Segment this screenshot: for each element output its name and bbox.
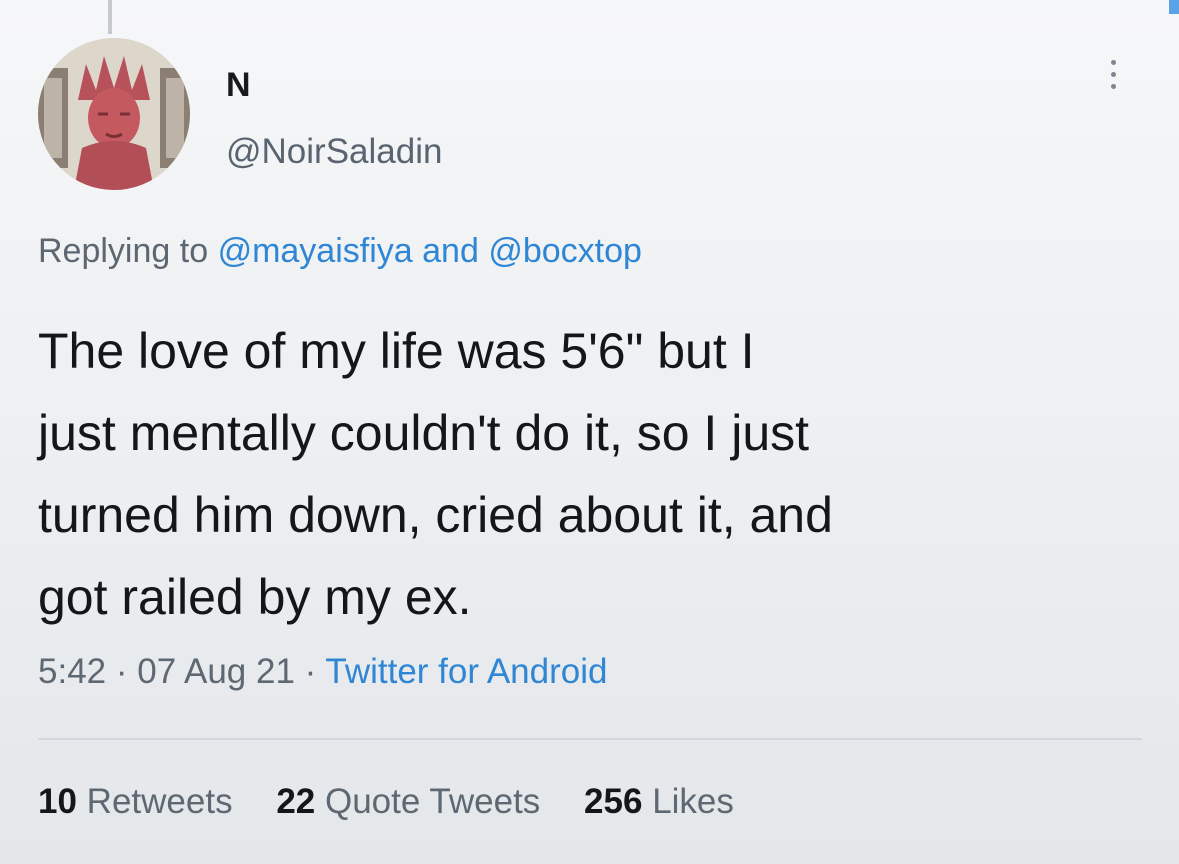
mention-bocxtop[interactable]: @bocxtop	[488, 232, 642, 270]
quote-tweets-label: Quote Tweets	[324, 782, 541, 821]
tweet-text-line: turned him down, cried about it, and	[38, 487, 833, 543]
retweets-stat[interactable]: 10 Retweets	[38, 782, 233, 821]
divider	[38, 738, 1142, 740]
quote-tweets-stat[interactable]: 22 Quote Tweets	[276, 782, 540, 821]
meta-separator: ·	[115, 652, 128, 691]
tweet-text-line: The love of my life was 5'6" but I	[38, 323, 755, 379]
reply-thread-line	[108, 0, 112, 34]
tweet-text: The love of my life was 5'6" but I just …	[38, 310, 1148, 638]
tweet-text-line: just mentally couldn't do it, so I just	[38, 405, 810, 461]
tweet-stats: 10 Retweets 22 Quote Tweets 256 Likes	[38, 782, 768, 822]
quote-tweets-count: 22	[276, 782, 316, 821]
tweet-time[interactable]: 5:42	[38, 652, 106, 691]
replying-to-line: Replying to @mayaisfiya and @bocxtop	[38, 232, 642, 271]
user-handle[interactable]: @NoirSaladin	[226, 132, 442, 172]
avatar[interactable]	[38, 38, 190, 190]
retweets-count: 10	[38, 782, 77, 821]
likes-count: 256	[584, 782, 643, 821]
statue-of-liberty-art-avatar-icon	[38, 38, 190, 190]
tweet-date[interactable]: 07 Aug 21	[137, 652, 295, 691]
more-options-icon[interactable]	[1106, 60, 1120, 104]
replying-connector: and	[422, 232, 479, 270]
likes-label: Likes	[652, 782, 734, 821]
display-name[interactable]: N	[226, 66, 251, 105]
scroll-indicator	[1169, 0, 1179, 14]
retweets-label: Retweets	[86, 782, 233, 821]
replying-prefix: Replying to	[38, 232, 209, 270]
tweet-meta: 5:42 · 07 Aug 21 · Twitter for Android	[38, 652, 607, 692]
mention-mayaisfiya[interactable]: @mayaisfiya	[218, 232, 413, 270]
likes-stat[interactable]: 256 Likes	[584, 782, 734, 821]
meta-separator: ·	[304, 652, 317, 691]
tweet-text-line: got railed by my ex.	[38, 569, 472, 625]
tweet-source-link[interactable]: Twitter for Android	[325, 652, 607, 691]
